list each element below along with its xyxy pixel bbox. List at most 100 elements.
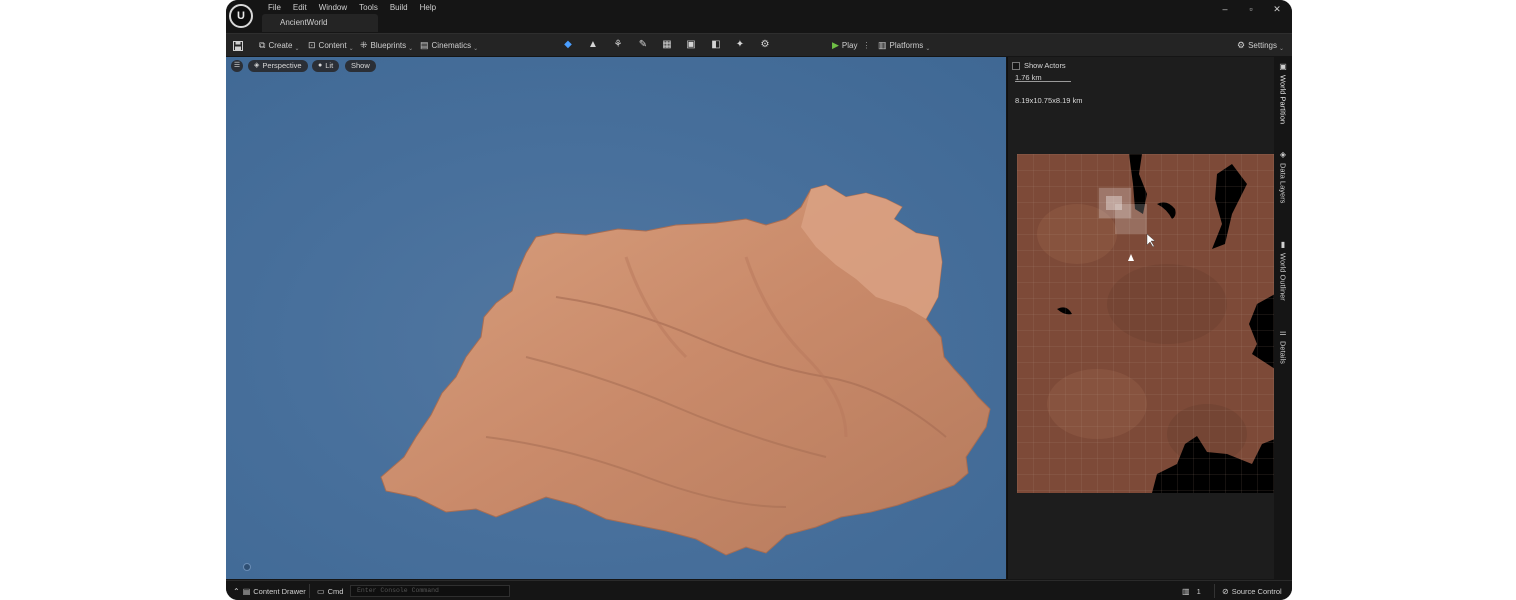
clapperboard-icon: ▤ (420, 40, 429, 50)
terminal-icon: ▭ (317, 586, 325, 596)
content-label: Content (318, 41, 347, 50)
console-command-input[interactable]: Enter Console Command (350, 585, 510, 597)
modeling-icon[interactable]: ✦ (733, 38, 747, 52)
settings-button[interactable]: ⚙ Settings ⌄ (1237, 34, 1284, 57)
menu-build[interactable]: Build (384, 2, 414, 13)
save-button[interactable] (233, 34, 243, 57)
tab-details-label: Details (1278, 341, 1288, 364)
create-icon: ⧉ (259, 40, 266, 50)
menu-file[interactable]: File (262, 2, 287, 13)
foliage-mode-icon[interactable]: ⚘ (611, 38, 625, 52)
layers-icon: ◈ (1279, 150, 1287, 159)
tab-data-layers-label: Data Layers (1278, 163, 1288, 204)
tab-world-partition[interactable]: ▣ World Partition (1274, 62, 1292, 124)
blueprints-icon: ⁜ (360, 40, 368, 50)
chevron-down-icon: ⌄ (294, 46, 300, 52)
platforms-button[interactable]: ▥ Platforms ⌄ (878, 34, 930, 57)
show-button[interactable]: Show (345, 60, 376, 72)
tab-world-partition-label: World Partition (1278, 75, 1288, 125)
fracture-icon[interactable]: ▦ (660, 38, 674, 52)
menu-help[interactable]: Help (414, 2, 442, 13)
cinematics-label: Cinematics (431, 41, 472, 50)
show-actors-checkbox[interactable]: Show Actors (1012, 61, 1066, 70)
terrain-mesh (380, 184, 991, 556)
play-icon: ▶ (832, 40, 839, 50)
world-partition-minimap[interactable] (1017, 154, 1275, 493)
drawer-icon: ▤ (242, 586, 251, 596)
chevron-down-icon: ⌄ (925, 46, 931, 52)
divider (309, 584, 310, 598)
tab-data-layers[interactable]: ◈ Data Layers (1274, 150, 1292, 203)
blueprints-button[interactable]: ⁜ Blueprints ⌄ (360, 34, 413, 57)
minimize-button[interactable]: – (1218, 2, 1232, 16)
landscape-mode-icon[interactable]: ▲ (586, 38, 600, 52)
viewport-menu-button[interactable]: ☰ (231, 60, 243, 72)
trace-count: 1 (1196, 586, 1201, 596)
save-icon (233, 40, 243, 51)
content-icon: ⊡ (308, 40, 316, 50)
platforms-label: Platforms (889, 41, 924, 50)
mesh-paint-icon[interactable]: ✎ (636, 38, 650, 52)
chart-icon: ▥ (1182, 586, 1190, 596)
chevron-down-icon: ⌄ (1278, 46, 1285, 52)
scale-bar (1015, 81, 1071, 82)
world-partition-icon: ▣ (1279, 62, 1287, 71)
tab-details[interactable]: ⚌ Details (1274, 328, 1292, 364)
editor-window: U File Edit Window Tools Build Help Anci… (226, 0, 1292, 600)
physics-icon[interactable]: ⚙ (758, 38, 772, 52)
chevron-down-icon: ⌄ (408, 46, 414, 52)
create-button[interactable]: ⧉ Create ⌄ (259, 34, 299, 57)
content-drawer-button[interactable]: ⌃ ▤ Content Drawer (233, 581, 306, 600)
window-controls: – ▫ ✕ (1218, 2, 1284, 16)
play-options-icon[interactable]: ⋮ (862, 41, 870, 50)
play-label: Play (841, 41, 858, 50)
restore-button[interactable]: ▫ (1244, 2, 1258, 16)
divider (1214, 584, 1215, 598)
cmd-label: Cmd (327, 586, 344, 596)
cube-icon: ◈ (254, 62, 260, 69)
details-icon: ⚌ (1279, 328, 1287, 337)
side-tab-strip: ▣ World Partition ◈ Data Layers ▮ World … (1274, 57, 1292, 579)
world-partition-panel: Show Actors 1.76 km 8.19x10.75x8.19 km (1007, 57, 1275, 579)
axis-gizmo-icon (243, 563, 251, 571)
document-tab[interactable]: AncientWorld (262, 14, 378, 32)
play-button[interactable]: ▶ Play ⋮ (832, 34, 870, 57)
close-button[interactable]: ✕ (1270, 2, 1284, 16)
cinematics-button[interactable]: ▤ Cinematics ⌄ (420, 34, 478, 57)
perspective-button[interactable]: ◈ Perspective (248, 60, 308, 72)
chevron-down-icon: ⌄ (473, 46, 479, 52)
show-label: Show (351, 61, 370, 70)
chevron-up-icon: ⌃ (233, 586, 240, 596)
menu-bar: File Edit Window Tools Build Help (262, 2, 442, 13)
gear-icon: ⚙ (1237, 40, 1246, 50)
outliner-icon: ▮ (1280, 240, 1286, 249)
world-dimensions: 8.19x10.75x8.19 km (1015, 96, 1083, 105)
content-button[interactable]: ⊡ Content ⌄ (308, 34, 354, 57)
perspective-label: Perspective (262, 61, 302, 70)
chevron-down-icon: ⌄ (348, 46, 354, 52)
select-mode-icon[interactable]: ◆ (561, 38, 575, 52)
platforms-icon: ▥ (878, 40, 887, 50)
source-control-button[interactable]: ⊘ Source Control (1222, 581, 1282, 600)
content-drawer-label: Content Drawer (253, 586, 306, 596)
level-viewport[interactable]: ☰ ◈ Perspective ● Lit Show (226, 57, 1006, 579)
tab-world-outliner[interactable]: ▮ World Outliner (1274, 240, 1292, 301)
unreal-logo[interactable]: U (229, 4, 253, 28)
settings-label: Settings (1248, 41, 1277, 50)
menu-window[interactable]: Window (313, 2, 353, 13)
logo-text: U (237, 10, 245, 22)
menu-tools[interactable]: Tools (353, 2, 384, 13)
cmd-button[interactable]: ▭ Cmd (317, 581, 343, 600)
tab-world-outliner-label: World Outliner (1278, 253, 1288, 301)
create-label: Create (268, 41, 293, 50)
brush-edit-icon[interactable]: ▣ (684, 38, 698, 52)
title-bar: U File Edit Window Tools Build Help Anci… (226, 0, 1292, 33)
menu-edit[interactable]: Edit (287, 2, 313, 13)
checkbox-icon (1012, 61, 1020, 70)
check-circle-icon: ⊘ (1222, 586, 1229, 596)
sphere-icon: ● (318, 62, 323, 69)
lit-button[interactable]: ● Lit (312, 60, 340, 72)
lit-label: Lit (325, 61, 334, 70)
trace-counter[interactable]: ▥ 1 (1182, 581, 1201, 600)
animation-icon[interactable]: ◧ (709, 38, 723, 52)
